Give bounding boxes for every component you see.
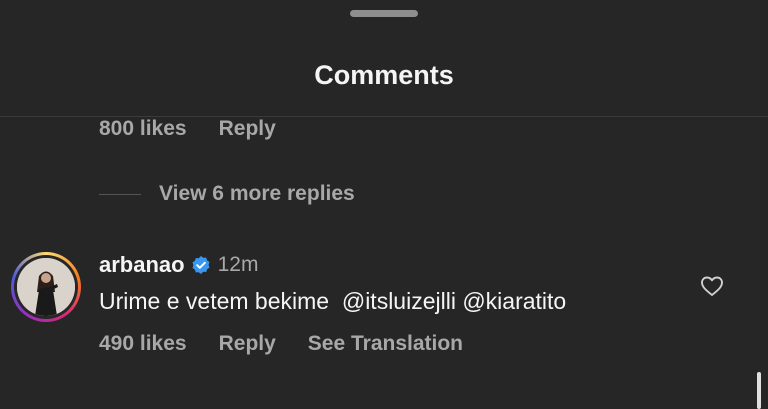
comment-time: 12m	[217, 253, 259, 276]
reply-button[interactable]: Reply	[219, 332, 276, 356]
avatar-image	[17, 258, 75, 316]
comment-meta: 490 likes Reply See Translation	[99, 332, 495, 356]
page-title: Comments	[314, 60, 454, 90]
likes-count[interactable]: 490 likes	[99, 332, 187, 356]
view-more-replies[interactable]: View 6 more replies	[99, 182, 355, 206]
drag-handle[interactable]	[350, 10, 418, 17]
replies-line	[99, 193, 141, 195]
likes-count[interactable]: 800 likes	[99, 117, 187, 141]
see-translation-button[interactable]: See Translation	[308, 332, 463, 356]
avatar[interactable]	[11, 252, 81, 322]
comment-header: arbanao 12m	[99, 252, 258, 278]
comment-text: Urime e vetem bekime @itsluizejlli @kiar…	[99, 288, 567, 314]
scrollbar[interactable]	[757, 372, 761, 409]
view-more-replies-label[interactable]: View 6 more replies	[159, 182, 355, 206]
verified-badge-icon	[192, 256, 210, 274]
heart-icon[interactable]	[700, 275, 724, 297]
reply-button[interactable]: Reply	[219, 117, 276, 141]
profile-photo-icon	[17, 258, 75, 316]
previous-comment-meta: 800 likes Reply	[99, 117, 308, 141]
username[interactable]: arbanao	[99, 252, 185, 278]
